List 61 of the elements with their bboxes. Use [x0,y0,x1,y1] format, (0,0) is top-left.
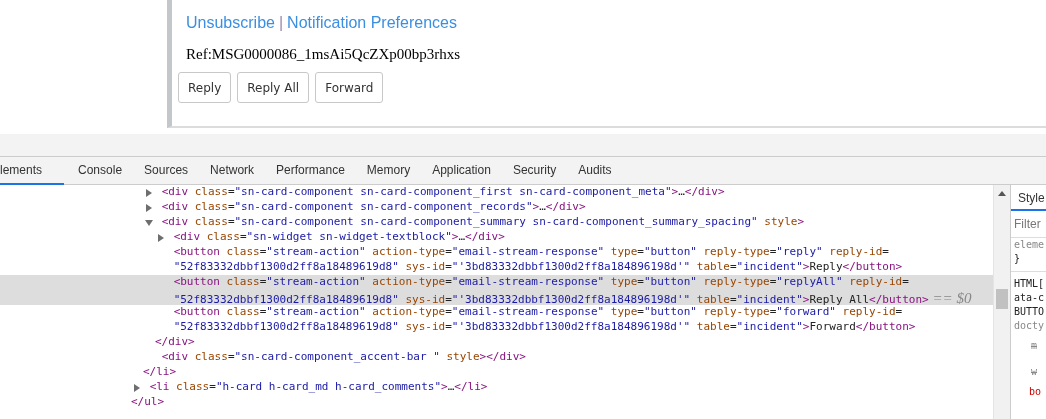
collapsed-triangle-icon[interactable] [145,204,153,212]
action-button[interactable]: Reply [178,72,232,103]
action-button[interactable]: Forward [315,72,384,103]
markup-text: <div class="sn-card-component sn-card-component_summary sn-card-component_summary_spacing" style> [161,215,805,228]
closing-tag-text: </ul> [131,395,165,408]
markup-text: <div class="sn-card-component sn-card-component_first sn-card-component_meta">…</div> [161,185,725,198]
style-rule-text: HTML[ [1014,278,1045,289]
closing-tag-text: </div> [155,335,195,348]
markup-text: <button class="stream-action" action-type="email-stream-response" type="button" reply-type="forward" reply-id= [173,305,903,318]
style-rule-text: ata-c [1014,292,1045,303]
action-button[interactable]: Reply All [237,72,310,103]
style-rule-text: docty [1014,320,1045,331]
devtools-tab[interactable]: Audits [567,157,623,185]
devtools-tab[interactable]: Security [501,157,568,185]
scroll-up-icon[interactable] [998,191,1006,196]
dom-row[interactable]: <div class="sn-widget sn-widget-textblock">…</div> [0,230,993,245]
markup-text: <button class="stream-action" action-type="email-stream-response" type="button" reply-type="reply" reply-id= [173,245,889,258]
dom-row[interactable]: <button class="stream-action" action-type="email-stream-response" type="button" reply-type="reply" reply-id= [0,245,993,260]
devtools-tab[interactable]: lements [0,157,65,185]
overridden-property: w [1031,366,1038,377]
scroll-thumb[interactable] [996,289,1008,309]
scrollbar[interactable] [993,185,1010,419]
link-separator: | [278,14,284,32]
markup-text: <li class="h-card h-card_md h-card_comments">…</li> [149,380,488,393]
expanded-triangle-icon[interactable] [145,219,153,227]
dom-row[interactable]: </div> [0,335,993,350]
markup-text: <div class="sn-card-component_accent-bar " style></div> [161,350,526,363]
dom-row[interactable]: </li> [0,365,993,380]
markup-text: "52f83332dbbf1300d2ff8a18489619d8" sys-id="'3bd83332dbbf1300d2ff8a184896198d'" table="incident">Reply All</button> == $0 [173,293,972,306]
collapsed-triangle-icon[interactable] [133,384,141,392]
collapsed-triangle-icon[interactable] [157,234,165,242]
markup-text: "52f83332dbbf1300d2ff8a18489619d8" sys-id="'3bd83332dbbf1300d2ff8a184896198d'" table="incident">Reply</button> [173,260,903,273]
markup-text: <div class="sn-card-component sn-card-component_records">…</div> [161,200,586,213]
dom-row[interactable]: </ul> [0,395,993,410]
markup-text: "52f83332dbbf1300d2ff8a18489619d8" sys-id="'3bd83332dbbf1300d2ff8a184896198d'" table="incident">Forward</button> [173,320,916,333]
devtools-tab[interactable]: Application [421,157,502,185]
style-rule-text: eleme [1014,239,1045,250]
dom-row[interactable]: "52f83332dbbf1300d2ff8a18489619d8" sys-id="'3bd83332dbbf1300d2ff8a184896198d'" table="incident">Reply</button> [0,260,993,275]
dom-row[interactable]: <div class="sn-card-component sn-card-component_records">…</div> [0,200,993,215]
markup-text: <div class="sn-widget sn-widget-textblock">…</div> [173,230,505,243]
selected-dom-row[interactable]: "52f83332dbbf1300d2ff8a18489619d8" sys-id="'3bd83332dbbf1300d2ff8a184896198d'" table="incident">Reply All</button> == $0 [0,290,993,305]
reference-text: Ref:MSG0000086_1msAi5QcZXp00bp3rhxs [186,46,462,63]
style-rule-text: } [1014,253,1021,264]
dom-row[interactable]: <div class="sn-card-component_accent-bar " style></div> [0,350,993,365]
dom-row[interactable]: "52f83332dbbf1300d2ff8a18489619d8" sys-id="'3bd83332dbbf1300d2ff8a184896198d'" table="incident">Forward</button> [0,320,993,335]
style-property: bo [1029,386,1042,397]
markup-text: <button class="stream-action" action-type="email-stream-response" type="button" reply-type="replyAll" reply-id= [173,275,909,288]
collapsed-triangle-icon[interactable] [145,189,153,197]
devtools-tab[interactable]: Memory [355,157,422,185]
dom-row[interactable]: <li class="h-card h-card_md h-card_comments">…</li> [0,380,993,395]
devtools-tab[interactable]: Performance [265,157,356,185]
devtools-tab[interactable]: Network [199,157,266,185]
style-rule-text: BUTTO [1014,306,1045,317]
overridden-property: m [1031,340,1038,351]
dom-row[interactable]: <div class="sn-card-component sn-card-component_summary sn-card-component_summary_spacing" style> [0,215,993,230]
devtools-tab[interactable]: Sources [133,157,200,185]
selected-dom-row[interactable]: <button class="stream-action" action-type="email-stream-response" type="button" reply-type="replyAll" reply-id= [0,275,993,290]
closing-tag-text: </li> [143,365,177,378]
dom-row[interactable]: <div class="sn-card-component sn-card-component_first sn-card-component_meta">…</div> [0,185,993,200]
dom-row[interactable]: <button class="stream-action" action-type="email-stream-response" type="button" reply-type="forward" reply-id= [0,305,993,320]
devtools-tab[interactable]: Console [64,157,134,185]
